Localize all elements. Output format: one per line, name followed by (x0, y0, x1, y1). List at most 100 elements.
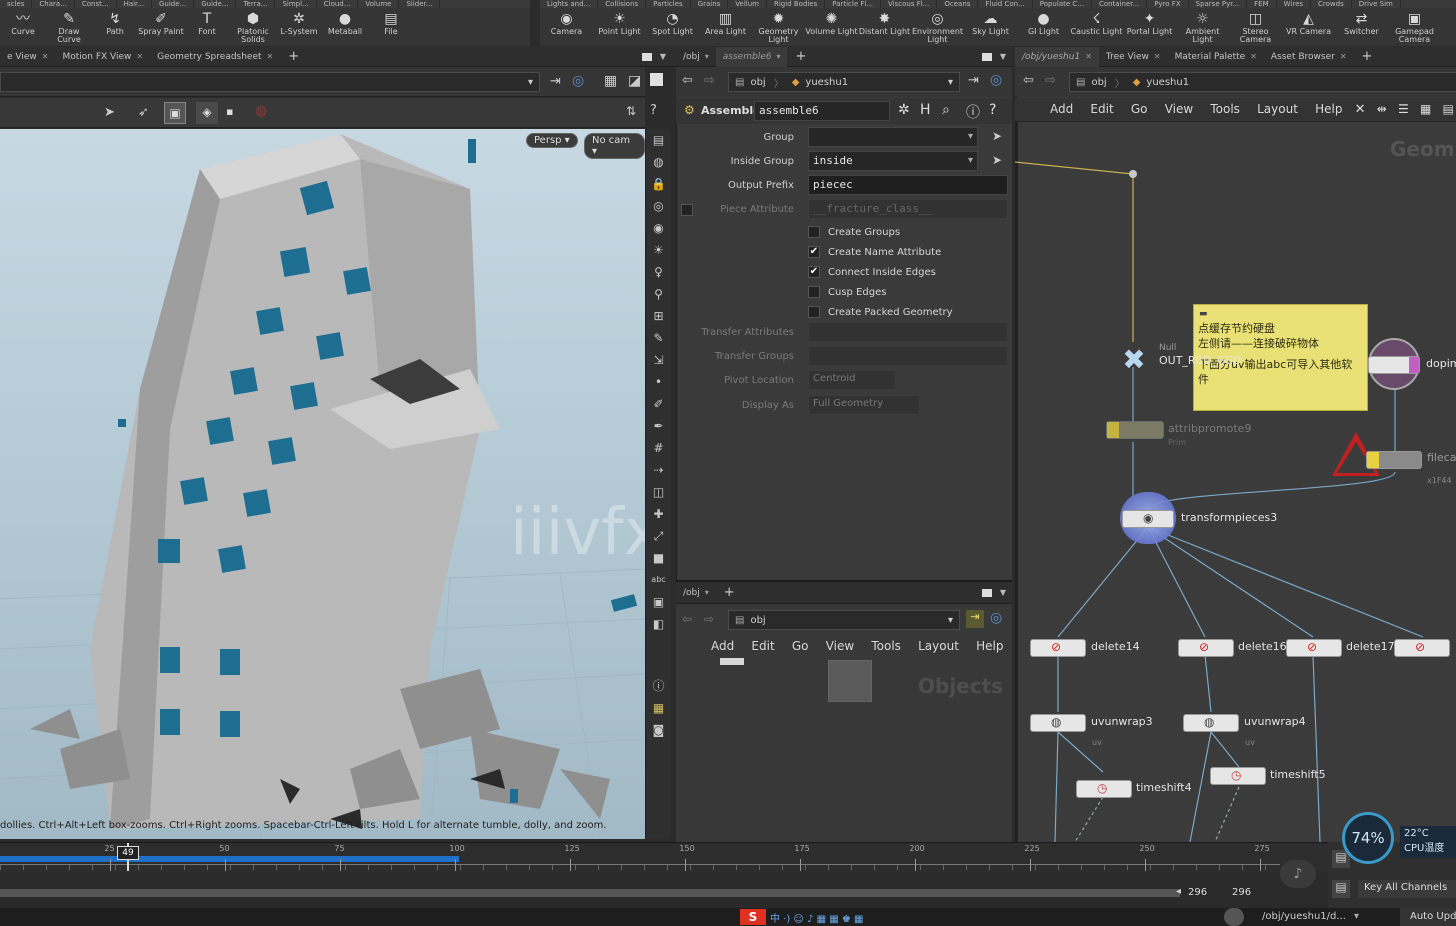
tool-point-light[interactable]: ☀ Point Light (593, 8, 646, 46)
chevron-down-icon[interactable]: ▾ (968, 131, 973, 142)
pen-icon[interactable]: ✒ (646, 415, 671, 437)
uvunwrap3-label[interactable]: uvunwrap3 (1091, 715, 1153, 728)
shelf-tab-13[interactable]: Sparse Pyr... (1189, 0, 1248, 8)
pane-menu-icon[interactable]: ▼ (1000, 588, 1006, 597)
auto-update-button[interactable]: Auto Upd (1400, 908, 1456, 926)
delete14-node[interactable]: ⊘ (1030, 639, 1086, 657)
shelf-tab-12[interactable]: Pyro FX (1147, 0, 1189, 8)
tool-environment-light[interactable]: ◎ Environment Light (911, 8, 964, 46)
dop-node[interactable] (1368, 356, 1420, 374)
range-end-field[interactable]: 296 (1188, 887, 1207, 898)
ghost-icon[interactable]: ◍ (646, 151, 671, 173)
global-end-field[interactable]: 296 (1232, 887, 1251, 898)
bypass-flag[interactable] (1367, 452, 1379, 468)
info-icon[interactable]: ⓘ (646, 675, 671, 697)
attribpromote-label[interactable]: attribpromote9 (1168, 422, 1251, 435)
tool-metaball[interactable]: ● Metaball (322, 8, 368, 46)
timeshift5-node[interactable]: ◷ (1210, 767, 1266, 785)
operator-name-field[interactable]: assemble6 (754, 101, 890, 121)
back-icon[interactable]: ⇦ (682, 73, 693, 88)
tab-tree-view[interactable]: Tree View ✕ (1099, 47, 1168, 67)
dop-label[interactable]: dopim (1426, 357, 1456, 370)
shelf-tab-7[interactable]: Simpl... (275, 0, 317, 8)
abc-icon[interactable]: abc (646, 569, 671, 591)
inside-group-field[interactable]: inside (808, 151, 978, 171)
shelf-tab-11[interactable]: Container... (1092, 0, 1148, 8)
pane-layout-icon[interactable] (641, 52, 652, 61)
pin-icon[interactable]: ⇥ (966, 610, 984, 628)
list-view-icon[interactable]: ☰ (1398, 102, 1409, 116)
help-icon[interactable]: ? (650, 103, 657, 118)
edge-icon[interactable]: ✎ (646, 327, 671, 349)
shaded-icon[interactable]: ◈ (196, 102, 218, 124)
path-root[interactable]: obj (750, 77, 765, 88)
create-name-attribute-checkbox[interactable]: ✔ Create Name Attribute (808, 242, 941, 262)
pivot-location-menu[interactable]: Centroid (808, 370, 896, 390)
info-icon[interactable]: ⓘ (966, 102, 980, 122)
menu-help[interactable]: Help (976, 639, 1003, 653)
transfer-attributes-field[interactable] (808, 322, 1008, 342)
check-icon[interactable]: ✔ (808, 246, 820, 258)
create-groups-checkbox[interactable]: Create Groups (808, 222, 900, 242)
menu-tools[interactable]: Tools (871, 639, 901, 653)
reference-icon[interactable]: ◧ (646, 613, 671, 635)
shelf-tab-0[interactable]: Lights and... (540, 0, 599, 8)
vector-icon[interactable]: ⇢ (646, 459, 671, 481)
chevron-down-icon[interactable]: ▾ (948, 615, 953, 626)
shelf-tab-10[interactable]: Populate C... (1033, 0, 1092, 8)
point-icon[interactable]: ⚲ (646, 283, 671, 305)
tab-motion-fx-view[interactable]: Motion FX View ✕ (55, 47, 150, 67)
shelf-tab-6[interactable]: Particle Fl... (825, 0, 882, 8)
close-icon[interactable]: ✕ (1250, 52, 1257, 61)
null-node-label[interactable]: OUT_RBD_GEO (1159, 354, 1241, 367)
shelf-tab-8[interactable]: Oceans (937, 0, 979, 8)
grid-icon[interactable]: ⊞ (646, 305, 671, 327)
menu-view[interactable]: View (1165, 102, 1193, 116)
shelf-tab-3[interactable]: Hair... (117, 0, 152, 8)
lock-icon[interactable]: 🔒 (646, 173, 671, 195)
link-icon[interactable]: ◎ (990, 72, 1002, 88)
path-root[interactable]: obj (750, 615, 765, 626)
shelf-tab-9[interactable]: Fluid Con... (978, 0, 1033, 8)
gear-icon[interactable]: ✲ (898, 102, 910, 118)
tool-gamepad-camera[interactable]: ▣ Gamepad Camera (1388, 8, 1441, 46)
pane-menu-icon[interactable]: ▼ (1000, 52, 1006, 61)
keys-icon[interactable]: ▤ (1332, 880, 1350, 898)
select-arrow-icon[interactable]: ➤ (992, 129, 1002, 143)
piece-attribute-field[interactable]: __fracture_class__ (808, 199, 1008, 219)
layout-icon[interactable]: ▦ (646, 697, 671, 719)
normals-icon[interactable]: ⇲ (646, 349, 671, 371)
shelf-tab-5[interactable]: Rigid Bodies (767, 0, 826, 8)
shelf-divider[interactable] (530, 0, 540, 46)
tool-draw-curve[interactable]: ✎ Draw Curve (46, 8, 92, 46)
shelf-tab-9[interactable]: Volume (358, 0, 400, 8)
scene-view-icon[interactable]: ▤ (646, 129, 671, 151)
chevron-down-icon[interactable]: ▾ (968, 155, 973, 166)
check-icon[interactable]: ✔ (808, 266, 820, 278)
menu-edit[interactable]: Edit (1090, 102, 1113, 116)
delete17-label[interactable]: delete17 (1346, 640, 1395, 653)
shelf-tab-1[interactable]: Collisions (598, 0, 647, 8)
tool-switcher[interactable]: ⇄ Switcher (1335, 8, 1388, 46)
dot-icon[interactable]: • (646, 371, 671, 393)
checkbox-box[interactable] (808, 306, 820, 318)
menu-go[interactable]: Go (1131, 102, 1148, 116)
delete16-label[interactable]: delete16 (1238, 640, 1287, 653)
ime-toolbar-icons[interactable]: 中 ·) ☺ ♪ ▦ ▦ ♚ ▦ (770, 910, 863, 925)
audio-icon[interactable]: ♪ (1280, 860, 1316, 888)
tool-font[interactable]: T Font (184, 8, 230, 46)
range-slider[interactable] (0, 889, 1180, 897)
tools-icon[interactable]: ✕ (1355, 102, 1366, 117)
tool-camera[interactable]: ◉ Camera (540, 8, 593, 46)
tool-curve[interactable]: 〰 Curve (0, 8, 46, 46)
ime-icon[interactable]: S (740, 909, 766, 925)
checkbox-box[interactable] (808, 286, 820, 298)
number-icon[interactable]: # (646, 437, 671, 459)
tab-obj[interactable]: /obj ▾ (676, 47, 716, 67)
shelf-tab-8[interactable]: Cloud... (317, 0, 359, 8)
menu-go[interactable]: Go (792, 639, 809, 653)
shelf-tab-10[interactable]: Slider... (399, 0, 441, 8)
cross-icon[interactable]: ✚ (646, 503, 671, 525)
settings-icon[interactable]: ⇅ (626, 104, 636, 118)
close-icon[interactable]: ✕ (1085, 52, 1092, 61)
